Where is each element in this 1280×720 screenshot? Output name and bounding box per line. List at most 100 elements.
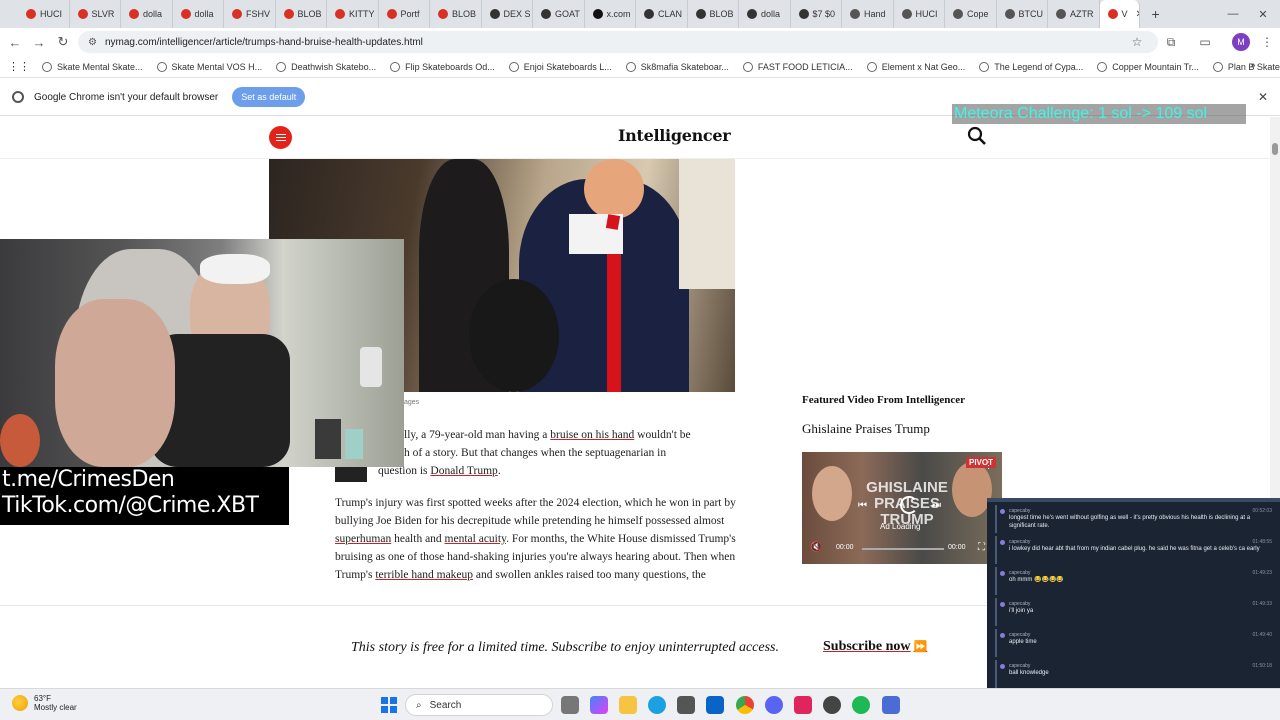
- browser-tab[interactable]: GOAT: [533, 0, 585, 28]
- side-panel-icon[interactable]: ▭: [1196, 33, 1214, 51]
- browser-tab[interactable]: Hand: [842, 0, 894, 28]
- chat-text: oh mmm 😂😂😂😂: [1009, 577, 1064, 583]
- store-icon[interactable]: [677, 696, 695, 714]
- previous-icon[interactable]: ⏮: [858, 500, 867, 511]
- browser-tab[interactable]: AZTR: [1048, 0, 1100, 28]
- mute-icon[interactable]: 🔇: [810, 542, 822, 553]
- bookmark-item[interactable]: The Legend of Cypa...: [979, 61, 1083, 72]
- tab-label: BLOB: [709, 9, 734, 19]
- outlook-icon[interactable]: [706, 696, 724, 714]
- search-icon: ⌕: [416, 699, 422, 711]
- site-logo[interactable]: Intelligencer: [618, 126, 731, 145]
- bookmark-item[interactable]: Plan B Skateboards...: [1212, 61, 1280, 72]
- video-menu-icon[interactable]: ⋮: [984, 460, 993, 471]
- tab-favicon-icon: [489, 9, 500, 19]
- mental-acuity-link[interactable]: mental acuity: [445, 533, 507, 545]
- weather-widget[interactable]: 63°F Mostly clear: [12, 694, 77, 712]
- video-player[interactable]: GHISLAINE PRAISES TRUMP PIVOT ⏮ ⏭ Ad Loa…: [802, 452, 1002, 564]
- bookmark-item[interactable]: Skate Mental VOS H...: [156, 61, 262, 72]
- tab-label: CLAN: [658, 9, 683, 19]
- bookmark-item[interactable]: Enjoi Skateboards L...: [508, 61, 612, 72]
- featured-video-title[interactable]: Ghislaine Praises Trump: [802, 421, 930, 437]
- browser-tab[interactable]: CLAN: [636, 0, 688, 28]
- bookmark-item[interactable]: Flip Skateboards Od...: [390, 61, 495, 72]
- bookmark-item[interactable]: Copper Mountain Tr...: [1097, 61, 1199, 72]
- bookmark-star-icon[interactable]: ☆: [1128, 33, 1146, 51]
- tab-label: V: [1121, 9, 1128, 19]
- browser-tab[interactable]: dolla: [739, 0, 791, 28]
- close-infobar-icon[interactable]: ✕: [1258, 90, 1268, 104]
- browser-tab[interactable]: KITTY: [327, 0, 379, 28]
- browser-tab[interactable]: $7 $0: [791, 0, 842, 28]
- chat-timestamp: 01:48:55: [1252, 539, 1272, 545]
- tiktok-icon[interactable]: [794, 696, 812, 714]
- scrollbar-thumb[interactable]: [1272, 143, 1278, 155]
- file-explorer-icon[interactable]: [619, 696, 637, 714]
- browser-tab[interactable]: Cope: [945, 0, 997, 28]
- windows-start-icon[interactable]: [381, 697, 397, 713]
- bookmark-item[interactable]: Skate Mental Skate...: [42, 61, 143, 72]
- taskbar-search[interactable]: ⌕ Search: [405, 694, 553, 716]
- donald-trump-link[interactable]: Donald Trump: [430, 465, 497, 477]
- browser-tab[interactable]: HUCI: [18, 0, 70, 28]
- browser-tab[interactable]: dolla: [173, 0, 224, 28]
- bookmarks-overflow-icon[interactable]: »: [1250, 60, 1256, 71]
- browser-tab[interactable]: BLOB: [430, 0, 482, 28]
- edge-icon[interactable]: [648, 696, 666, 714]
- bruise-link[interactable]: bruise on his hand: [550, 429, 634, 441]
- tab-label: KITTY: [349, 9, 375, 19]
- superhuman-link[interactable]: superhuman: [335, 533, 391, 545]
- tiktok-link: TikTok.com/@Crime.XBT: [2, 493, 259, 518]
- address-bar[interactable]: ⚙ nymag.com/intelligencer/article/trumps…: [78, 31, 1158, 53]
- extensions-icon[interactable]: ⧉: [1162, 33, 1180, 51]
- subscribe-now-button[interactable]: Subscribe now ⏩: [823, 639, 927, 655]
- forward-arrow-icon[interactable]: →: [27, 30, 51, 54]
- apps-icon[interactable]: ⋮⋮: [8, 60, 30, 73]
- browser-tab[interactable]: HUCI: [894, 0, 945, 28]
- browser-tab[interactable]: Portf: [379, 0, 430, 28]
- back-arrow-icon[interactable]: ←: [3, 30, 27, 54]
- copilot-icon[interactable]: [590, 696, 608, 714]
- app-icon[interactable]: [882, 696, 900, 714]
- tab-label: GOAT: [555, 9, 580, 19]
- bookmark-item[interactable]: Sk8mafia Skateboar...: [625, 61, 729, 72]
- browser-tab[interactable]: BTCU: [997, 0, 1048, 28]
- obs-icon[interactable]: [823, 696, 841, 714]
- menu-dots-icon[interactable]: ⋮: [1258, 33, 1276, 51]
- set-default-button[interactable]: Set as default: [232, 87, 306, 107]
- spotify-icon[interactable]: [852, 696, 870, 714]
- browser-tab[interactable]: FSHV: [224, 0, 276, 28]
- browser-tab[interactable]: DEX S: [482, 0, 533, 28]
- browser-tab[interactable]: BLOB: [688, 0, 739, 28]
- hand-makeup-link[interactable]: terrible hand makeup: [375, 569, 473, 581]
- fullscreen-icon[interactable]: ⛶: [978, 542, 985, 553]
- video-progress-bar[interactable]: [862, 548, 944, 550]
- discord-icon[interactable]: [765, 696, 783, 714]
- site-info-icon[interactable]: ⚙: [88, 37, 97, 48]
- bookmark-item[interactable]: FAST FOOD LETICIA...: [742, 61, 853, 72]
- next-icon[interactable]: ⏭: [932, 500, 941, 511]
- tab-label: AZTR: [1070, 9, 1094, 19]
- tab-label: Cope: [967, 9, 989, 19]
- chrome-taskbar-icon[interactable]: [736, 696, 754, 714]
- hamburger-menu-button[interactable]: [269, 126, 292, 149]
- browser-tab[interactable]: BLOB: [276, 0, 327, 28]
- new-tab-icon[interactable]: +: [1152, 6, 1160, 22]
- close-tab-icon[interactable]: ✕: [1136, 9, 1139, 20]
- chat-text: longest time he's went without golfing a…: [1009, 515, 1251, 529]
- tab-favicon-icon: [1056, 9, 1066, 19]
- minimize-button[interactable]: —: [1218, 0, 1248, 28]
- profile-avatar[interactable]: M: [1232, 33, 1250, 51]
- chat-timestamp: 01:49:23: [1252, 570, 1272, 576]
- close-window-button[interactable]: ✕: [1248, 0, 1278, 28]
- active-browser-tab[interactable]: V✕: [1099, 0, 1140, 28]
- task-view-icon[interactable]: [561, 696, 579, 714]
- browser-tab[interactable]: x.com: [585, 0, 636, 28]
- reload-icon[interactable]: ↻: [51, 30, 75, 54]
- tab-favicon-icon: [26, 9, 36, 19]
- browser-tab[interactable]: SLVR: [70, 0, 121, 28]
- browser-tab[interactable]: dolla: [121, 0, 173, 28]
- search-icon[interactable]: [966, 125, 988, 147]
- bookmark-item[interactable]: Element x Nat Geo...: [866, 61, 965, 72]
- bookmark-item[interactable]: Deathwish Skatebo...: [276, 61, 376, 72]
